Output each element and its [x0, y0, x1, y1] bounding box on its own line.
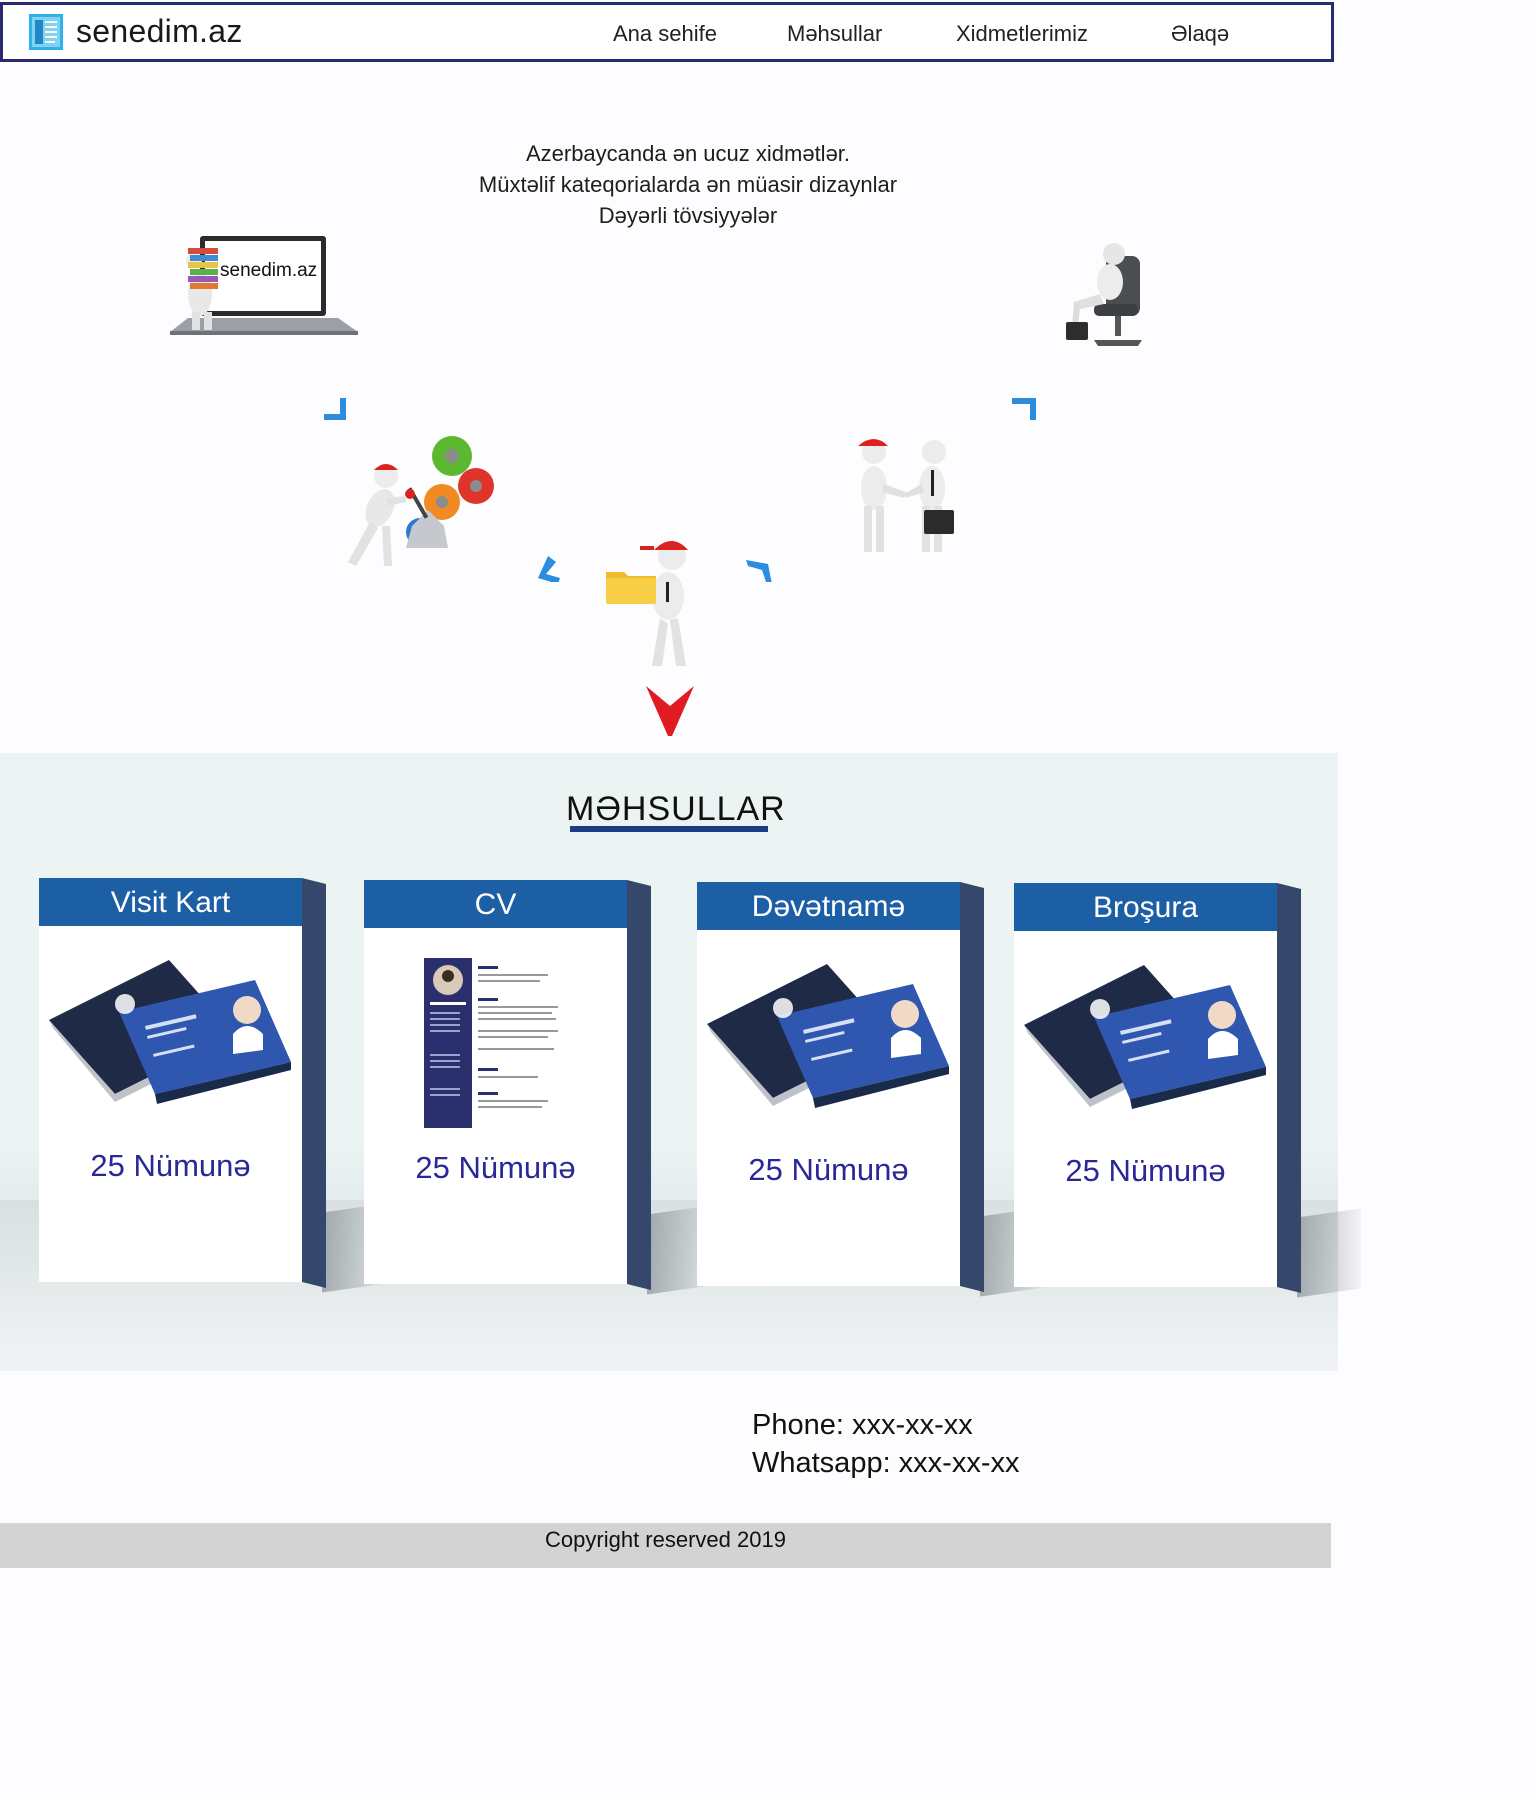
cv-document-image	[424, 958, 574, 1128]
nav-home[interactable]: Ana sehife	[613, 21, 717, 47]
figure-with-gears	[340, 430, 496, 574]
card-side	[960, 882, 984, 1292]
product-card-brosura[interactable]: Broşura 25 Nümunə	[1014, 883, 1361, 1298]
nav-contact[interactable]: Əlaqə	[1171, 21, 1229, 47]
card-title[interactable]: Visit Kart	[39, 878, 302, 926]
step-arrow-icon	[538, 556, 560, 582]
step-arrow-icon	[746, 560, 772, 582]
nav-services[interactable]: Xidmetlerimiz	[956, 21, 1088, 47]
card-sample-count: 25 Nümunə	[415, 1150, 576, 1185]
contact-whatsapp[interactable]: Whatsapp: xxx-xx-xx	[752, 1444, 1020, 1482]
card-title[interactable]: CV	[364, 880, 627, 928]
hero-line-1: Azerbaycanda ən ucuz xidmətlər.	[525, 141, 851, 166]
document-logo-icon[interactable]	[29, 14, 63, 50]
laptop-screen-text: senedim.az	[220, 260, 318, 281]
hero-line-3: Dəyərli tövsiyyələr	[598, 203, 778, 228]
card-sample-count: 25 Nümunə	[748, 1152, 909, 1187]
card-shadow	[1297, 1208, 1361, 1298]
card-side	[302, 878, 326, 1288]
product-card-cv[interactable]: CV 25 Nümunə	[364, 880, 711, 1295]
business-cards-image	[1024, 965, 1266, 1109]
contact-info: Phone: xxx-xx-xx Whatsapp: xxx-xx-xx	[752, 1406, 1020, 1482]
contact-phone[interactable]: Phone: xxx-xx-xx	[752, 1406, 1020, 1444]
site-name[interactable]: senedim.az	[76, 13, 243, 50]
step-arrow-icon	[324, 398, 346, 420]
card-title[interactable]: Dəvətnamə	[697, 882, 960, 930]
products-title: MƏHSULLAR	[566, 790, 786, 828]
scroll-down-chevron-icon[interactable]	[646, 686, 694, 736]
top-navbar: senedim.az Ana sehife Məhsullar Xidmetle…	[0, 2, 1334, 62]
hero-tagline: Azerbaycanda ən ucuz xidmətlər. Müxtəlif…	[380, 138, 996, 231]
nav-products[interactable]: Məhsullar	[787, 21, 882, 47]
card-side	[1277, 883, 1301, 1293]
laptop-with-books-figure: senedim.az	[168, 234, 360, 338]
product-card-devetname[interactable]: Dəvətnamə 25 Nümunə	[697, 882, 1044, 1297]
card-sample-count: 25 Nümunə	[1065, 1153, 1226, 1188]
business-cards-image	[49, 960, 291, 1104]
card-side	[627, 880, 651, 1290]
business-cards-image	[707, 964, 949, 1108]
products-title-underline	[570, 826, 768, 832]
copyright-footer: Copyright reserved 2019	[0, 1523, 1331, 1568]
card-sample-count: 25 Nümunə	[90, 1148, 251, 1183]
handshake-figures	[850, 434, 960, 556]
step-arrow-icon	[1012, 398, 1036, 420]
hero-line-2: Müxtəlif kateqorialarda ən müasir dizayn…	[478, 172, 898, 197]
product-card-visit-kart[interactable]: Visit Kart 25 Nümunə	[39, 878, 386, 1293]
card-title[interactable]: Broşura	[1014, 883, 1277, 931]
figure-with-folder	[604, 534, 700, 670]
figure-in-office-chair	[1064, 242, 1144, 354]
